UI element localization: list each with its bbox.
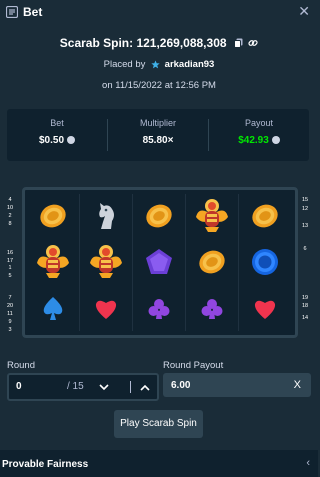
club-symbol-icon: [186, 285, 238, 333]
chevron-left-icon[interactable]: ‹: [306, 457, 310, 469]
payline-number: 7: [8, 295, 12, 301]
payline-number: 20: [6, 303, 14, 309]
coin-symbol-icon: [239, 192, 291, 240]
spin-title-text: Scarab Spin: 121,269,088,308: [59, 35, 227, 50]
multiplier-label: Multiplier: [139, 118, 176, 128]
scarab-symbol-icon: [27, 238, 79, 286]
payline-number: 2: [8, 213, 12, 219]
bet-list-icon: [6, 6, 18, 18]
payline-number: 5: [8, 273, 12, 279]
slot-board: [22, 187, 298, 338]
bet-value: $0.50: [7, 135, 107, 146]
round-payout-field: 6.00 X: [163, 373, 311, 397]
coin-symbol-icon: [186, 238, 238, 286]
currency-icon: [67, 136, 76, 144]
round-stepper[interactable]: 0 / 15: [7, 373, 159, 401]
close-icon[interactable]: ✕: [298, 3, 310, 20]
payline-number: 12: [301, 206, 309, 212]
play-scarab-spin-button[interactable]: Play Scarab Spin: [114, 410, 203, 438]
heart-symbol-icon: [80, 285, 132, 333]
coin-symbol-icon: [133, 192, 185, 240]
payline-number: 11: [7, 311, 13, 317]
round-total: / 15: [67, 381, 84, 392]
payline-number: 8: [8, 221, 12, 227]
stat-bet: Bet $0.50: [7, 109, 107, 161]
payline-number: 4: [8, 197, 12, 203]
round-payout-value: 6.00: [171, 380, 191, 391]
payline-number: 19: [301, 295, 309, 301]
payline-number: 3: [8, 327, 12, 333]
round-value[interactable]: 0: [16, 381, 22, 392]
payline-number: 10: [6, 205, 14, 211]
provable-fairness-label: Provable Fairness: [2, 459, 89, 470]
payline-number: 18: [301, 303, 309, 309]
payline-number: 6: [303, 246, 307, 252]
copy-icon[interactable]: [233, 38, 243, 48]
round-down-button[interactable]: [91, 376, 117, 398]
payline-number: 13: [301, 223, 309, 229]
currency-icon: [271, 136, 280, 144]
bet-label: Bet: [50, 118, 64, 128]
modal-header: Bet ✕: [0, 0, 318, 24]
heart-symbol-icon: [239, 285, 291, 333]
chevron-up-icon: [140, 384, 150, 391]
spin-title: Scarab Spin: 121,269,088,308: [0, 35, 318, 50]
coin-symbol-icon: [27, 192, 79, 240]
scarab-symbol-icon: [80, 238, 132, 286]
round-payout-label: Round Payout: [163, 360, 224, 371]
payout-label: Payout: [244, 118, 274, 128]
scarab-symbol-icon: [186, 192, 238, 240]
stat-multiplier: Multiplier 85.80×: [108, 109, 208, 161]
payline-number: 9: [8, 319, 12, 325]
provable-fairness-bar[interactable]: Provable Fairness ‹: [0, 450, 318, 477]
payline-number: 14: [301, 315, 309, 321]
club-symbol-icon: [133, 285, 185, 333]
chevron-down-icon: [99, 383, 109, 390]
circle-symbol-icon: [239, 238, 291, 286]
stat-payout: Payout $42.93: [209, 109, 309, 161]
bet-date: on 11/15/2022 at 12:56 PM: [102, 80, 216, 91]
round-up-button[interactable]: [132, 376, 158, 398]
payout-value: $42.93: [209, 135, 309, 146]
link-icon[interactable]: [248, 38, 258, 48]
placed-by: Placed by arkadian93: [0, 59, 318, 70]
horse-symbol-icon: [80, 192, 132, 240]
username-link[interactable]: arkadian93: [165, 59, 215, 70]
spade-symbol-icon: [27, 285, 79, 333]
vip-star-icon: [151, 60, 160, 69]
pentagon-symbol-icon: [133, 238, 185, 286]
payline-number: 17: [6, 258, 14, 264]
stepper-divider: [130, 381, 131, 393]
payline-number: 16: [6, 250, 14, 256]
clear-button[interactable]: X: [294, 379, 301, 391]
payline-number: 1: [8, 265, 12, 271]
round-label: Round: [7, 360, 35, 371]
placed-by-prefix: Placed by: [103, 59, 146, 70]
multiplier-value: 85.80×: [142, 135, 174, 146]
bet-stats-panel: Bet $0.50 Multiplier 85.80× Payout $42.9…: [7, 109, 309, 161]
payline-number: 15: [301, 197, 309, 203]
modal-title: Bet: [23, 5, 43, 19]
